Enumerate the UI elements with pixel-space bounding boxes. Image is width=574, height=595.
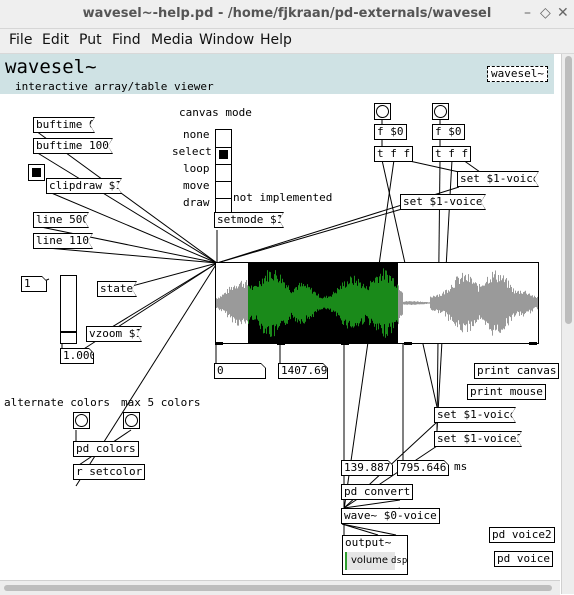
- outlet-4: [404, 342, 412, 345]
- alternate-colors-bang[interactable]: [73, 412, 90, 429]
- zoom-number-box[interactable]: 1.000: [60, 348, 94, 364]
- horizontal-scroll-thumb[interactable]: [4, 585, 552, 591]
- set-voice2-label-a: set $1-voice2: [403, 195, 490, 208]
- horizontal-scrollbar[interactable]: [0, 580, 560, 595]
- close-button[interactable]: ✕: [557, 5, 569, 21]
- selection-end-value: 795.646: [400, 461, 447, 474]
- vertical-scrollbar[interactable]: [561, 54, 574, 594]
- line-1100-label: line 1100: [36, 234, 96, 247]
- t-f-f-object-b[interactable]: t f f: [432, 146, 472, 162]
- start-number-box[interactable]: 0: [214, 363, 266, 379]
- start-value: 0: [215, 364, 265, 378]
- canvas-mode-radio[interactable]: [215, 129, 232, 216]
- f-0-object-b[interactable]: f $0: [432, 124, 465, 140]
- zoom-value: 1.000: [63, 349, 97, 362]
- outlet-3: [341, 342, 349, 345]
- buftime-0-label: buftime 0: [36, 118, 96, 131]
- set-voice-label-b: set $1-voice: [437, 408, 517, 421]
- set-voice2-label-b: set $1-voice2: [437, 432, 524, 445]
- menu-edit[interactable]: Edit: [42, 32, 69, 48]
- set-voice2-message-a[interactable]: set $1-voice2: [400, 194, 486, 210]
- maximize-button[interactable]: ◇: [540, 5, 551, 21]
- bang-voice-button[interactable]: [374, 103, 391, 120]
- pd-colors-object[interactable]: pd colors: [73, 441, 139, 457]
- toggle-on-indicator: [32, 168, 41, 177]
- print-canvas-object[interactable]: print canvas: [474, 363, 560, 379]
- end-value: 1407.69: [281, 364, 328, 377]
- state-message[interactable]: state: [97, 281, 137, 297]
- mode-select-label: select: [172, 145, 212, 158]
- mode-draw-label: draw: [183, 196, 210, 209]
- window-title: wavesel~-help.pd - /home/fjkraan/pd-exte…: [82, 6, 492, 21]
- selection-end-number[interactable]: 795.646: [397, 460, 449, 476]
- f-0-object-a[interactable]: f $0: [374, 124, 407, 140]
- wavesel-display[interactable]: [215, 262, 539, 344]
- menu-help[interactable]: Help: [260, 32, 292, 48]
- dsp-toggle[interactable]: dsp: [391, 552, 407, 570]
- mode-loop-label: loop: [183, 162, 210, 175]
- ms-unit-label: ms: [454, 460, 468, 473]
- setmode-label: setmode $1: [217, 213, 284, 226]
- waveform-svg: [216, 263, 538, 343]
- selection-start-value: 139.887: [344, 461, 391, 474]
- menu-put[interactable]: Put: [79, 32, 102, 48]
- canvas-mode-label: canvas mode: [179, 106, 252, 119]
- line-500-message[interactable]: line 500: [33, 212, 89, 228]
- set-voice2-message-b[interactable]: set $1-voice2: [434, 431, 522, 447]
- print-mouse-object[interactable]: print mouse: [467, 384, 546, 400]
- volume-slider[interactable]: volume: [345, 552, 395, 570]
- state-label: state: [98, 282, 136, 296]
- buftime-0-message[interactable]: buftime 0: [33, 117, 95, 133]
- radio-cell[interactable]: [216, 164, 231, 181]
- bang-voice2-button[interactable]: [432, 103, 449, 120]
- wave-voice-object[interactable]: wave~ $0-voice: [341, 508, 440, 524]
- outlet-2: [277, 342, 285, 345]
- set-voice-label-a: set $1-voice: [460, 172, 540, 185]
- menu-find[interactable]: Find: [112, 32, 141, 48]
- patch-canvas[interactable]: wavesel~ interactive array/table viewer …: [0, 54, 560, 592]
- radio-cell[interactable]: [216, 181, 231, 198]
- clipdraw-label: clipdraw $1: [49, 179, 122, 192]
- menu-bar: File Edit Put Find Media Window Help: [0, 29, 574, 54]
- pd-voice2-object[interactable]: pd voice2: [489, 527, 555, 543]
- slider-knob: [61, 331, 76, 333]
- output-abstraction: output~ volume dsp: [342, 535, 408, 575]
- vertical-scroll-thumb[interactable]: [565, 56, 572, 324]
- number-box-one[interactable]: 1: [21, 276, 47, 292]
- outlet-1: [215, 342, 223, 345]
- t-f-f-object-a[interactable]: t f f: [374, 146, 414, 162]
- not-implemented-label: not implemented: [233, 191, 333, 204]
- menu-window[interactable]: Window: [199, 32, 254, 48]
- vzoom-label: vzoom $1: [89, 327, 142, 340]
- menu-file[interactable]: File: [9, 32, 32, 48]
- vzoom-message[interactable]: vzoom $1: [86, 326, 142, 342]
- vzoom-slider[interactable]: [60, 275, 77, 344]
- menu-media[interactable]: Media: [151, 32, 193, 48]
- max-colors-bang[interactable]: [123, 412, 140, 429]
- outlet-5: [529, 342, 537, 345]
- window-titlebar[interactable]: wavesel~-help.pd - /home/fjkraan/pd-exte…: [0, 0, 574, 29]
- clipdraw-message[interactable]: clipdraw $1: [46, 178, 122, 194]
- set-voice-message-b[interactable]: set $1-voice: [434, 407, 516, 423]
- pd-convert-object[interactable]: pd convert: [341, 484, 414, 500]
- alternate-colors-label: alternate colors: [4, 396, 110, 409]
- selection-start-number[interactable]: 139.887: [341, 460, 393, 476]
- line-500-label: line 500: [36, 213, 89, 226]
- number-one-value: 1: [22, 277, 46, 291]
- line-1100-message[interactable]: line 1100: [33, 233, 93, 249]
- minimize-button[interactable]: –: [524, 5, 531, 21]
- mode-move-label: move: [183, 179, 210, 192]
- pd-voice-object[interactable]: pd voice: [494, 551, 553, 567]
- buftime-1000-message[interactable]: buftime 1000: [33, 138, 113, 154]
- r-setcolor-object[interactable]: r setcolor: [73, 464, 146, 480]
- set-voice-message-a[interactable]: set $1-voice: [457, 171, 539, 187]
- output-title: output~: [345, 536, 392, 549]
- buftime-1000-label: buftime 1000: [36, 139, 116, 152]
- mode-none-label: none: [183, 128, 210, 141]
- clipdraw-toggle[interactable]: [28, 164, 45, 181]
- max-colors-label: max 5 colors: [121, 396, 201, 409]
- end-number-box[interactable]: 1407.69: [278, 363, 328, 379]
- radio-selected-indicator: [219, 150, 228, 159]
- setmode-message[interactable]: setmode $1: [214, 212, 284, 228]
